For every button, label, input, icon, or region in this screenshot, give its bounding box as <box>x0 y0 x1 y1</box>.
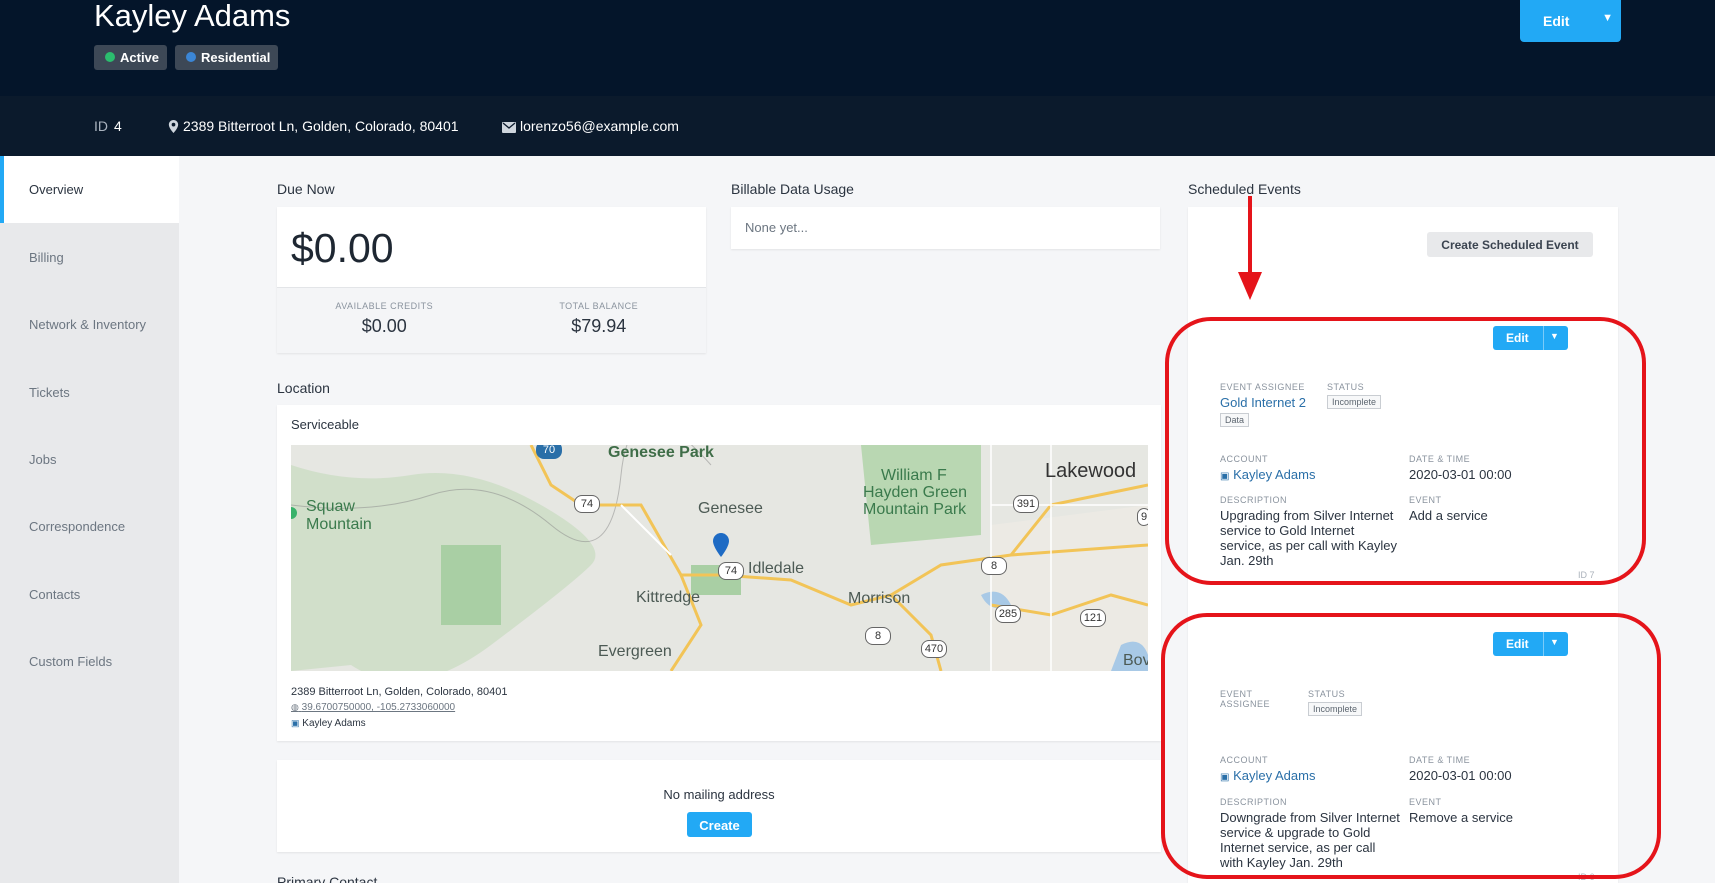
sidebar-item-overview[interactable]: Overview <box>0 156 179 223</box>
annotation-highlight-box <box>1165 317 1646 585</box>
customer-address: 2389 Bitterroot Ln, Golden, Colorado, 80… <box>168 118 459 134</box>
due-now-title: Due Now <box>277 181 335 197</box>
annotation-highlight-box <box>1161 613 1661 879</box>
status-badge-active: Active <box>94 45 168 70</box>
sidebar-item-network-inventory[interactable]: Network & Inventory <box>0 291 179 358</box>
chevron-down-icon[interactable]: ▼ <box>1602 12 1613 24</box>
serviceable-status: Serviceable <box>291 417 359 432</box>
customer-info-bar: ID 4 2389 Bitterroot Ln, Golden, Colorado… <box>0 96 1715 156</box>
sidebar-item-custom-fields[interactable]: Custom Fields <box>0 628 179 695</box>
location-card: Serviceable Genesee Park Squaw Mountain <box>277 405 1161 741</box>
sidebar-item-contacts[interactable]: Contacts <box>0 561 179 628</box>
type-dot-icon <box>186 52 196 62</box>
page-header: Kayley Adams Active Residential Edit ▼ <box>0 0 1715 96</box>
map-marker-icon[interactable] <box>713 533 729 557</box>
map-terrain <box>291 445 1148 671</box>
sidebar-item-billing[interactable]: Billing <box>0 224 179 291</box>
location-account[interactable]: ▣ Kayley Adams <box>291 718 366 729</box>
globe-icon: ◍ <box>291 702 299 712</box>
customer-email[interactable]: lorenzo56@example.com <box>502 118 679 134</box>
customer-name: Kayley Adams <box>94 0 291 33</box>
mailing-address-card: No mailing address Create <box>277 760 1161 852</box>
sidebar: Overview Billing Network & Inventory Tic… <box>0 156 179 883</box>
sidebar-item-correspondence[interactable]: Correspondence <box>0 493 179 560</box>
location-address: 2389 Bitterroot Ln, Golden, Colorado, 80… <box>291 686 508 698</box>
status-dot-icon <box>105 52 115 62</box>
data-usage-title: Billable Data Usage <box>731 181 854 197</box>
location-title: Location <box>277 380 330 396</box>
data-usage-empty: None yet... <box>745 220 808 235</box>
create-mailing-address-button[interactable]: Create <box>687 812 752 837</box>
annotation-arrow-icon <box>1238 196 1262 300</box>
customer-id: ID 4 <box>94 118 122 134</box>
location-coordinates[interactable]: ◍ 39.6700750000, -105.2733060000 <box>291 702 455 713</box>
sidebar-item-jobs[interactable]: Jobs <box>0 426 179 493</box>
due-now-card: $0.00 AVAILABLE CREDITS $0.00 TOTAL BALA… <box>277 207 706 353</box>
total-balance: TOTAL BALANCE $79.94 <box>559 301 639 336</box>
available-credits: AVAILABLE CREDITS $0.00 <box>335 301 434 336</box>
sidebar-item-tickets[interactable]: Tickets <box>0 359 179 426</box>
due-amount: $0.00 <box>291 225 394 271</box>
location-map[interactable]: Genesee Park Squaw Mountain Genesee Idle… <box>291 445 1148 671</box>
mail-icon <box>502 122 516 133</box>
account-card-icon: ▣ <box>291 718 300 728</box>
create-scheduled-event-button[interactable]: Create Scheduled Event <box>1427 232 1593 257</box>
data-usage-card: None yet... <box>731 207 1160 249</box>
primary-contact-title: Primary Contact <box>277 874 378 883</box>
no-mailing-address: No mailing address <box>663 787 775 802</box>
type-badge-residential: Residential <box>175 45 279 70</box>
scheduled-events-title: Scheduled Events <box>1188 181 1301 197</box>
edit-customer-button[interactable]: Edit ▼ <box>1520 0 1621 42</box>
map-pin-icon <box>168 120 179 133</box>
